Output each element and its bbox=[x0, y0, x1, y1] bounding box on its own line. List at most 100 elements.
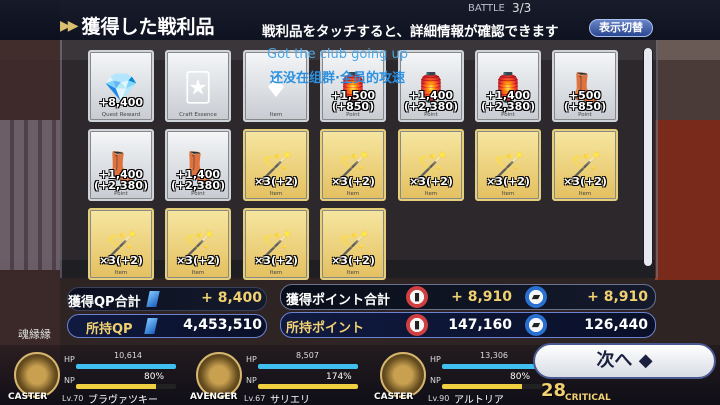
loot-item-value: ×3(+2) bbox=[254, 175, 298, 188]
loot-item[interactable]: 🪄 ×3(+2) Item bbox=[165, 208, 231, 280]
np-label: NP bbox=[246, 376, 257, 385]
arrow-right-icon: ◆ bbox=[638, 350, 653, 371]
next-button-label: 次へ bbox=[596, 350, 633, 371]
loot-item[interactable]: 🪄 ×3(+2) Item bbox=[320, 208, 386, 280]
servant-name: ブラヴァツキー bbox=[88, 395, 158, 405]
battle-label: BATTLE bbox=[468, 3, 505, 14]
loot-item[interactable]: 🪄 ×3(+2) Item bbox=[88, 208, 154, 280]
loot-item-caption: Craft Essence bbox=[179, 112, 217, 118]
loot-item[interactable]: 👢 +1,400 (+2,380) Point bbox=[165, 129, 231, 201]
double-chevron-icon: ▶▶ bbox=[60, 17, 78, 34]
overlay-caption-line2: 还没在组群·全员的攻速 bbox=[270, 71, 405, 86]
loot-item-value: ×3(+2) bbox=[563, 175, 607, 188]
np-bar-fill bbox=[442, 384, 522, 389]
points-have-label: 所持ポイント bbox=[286, 321, 365, 336]
np-bar-fill bbox=[258, 384, 358, 389]
scrollbar-thumb[interactable] bbox=[644, 48, 652, 266]
qp-total-label: 獲得QP合計 bbox=[68, 295, 141, 310]
loot-item[interactable]: 🪄 ×3(+2) Item bbox=[243, 129, 309, 201]
lantern-point-icon: ▮ bbox=[406, 314, 428, 336]
np-bar bbox=[442, 384, 542, 389]
loot-item[interactable]: 💎 +8,400 Quest Reward bbox=[88, 50, 154, 122]
loot-item-value: +500 (+850) bbox=[563, 89, 607, 113]
loot-item-caption: Item bbox=[501, 191, 515, 197]
hp-label: HP bbox=[430, 355, 441, 364]
loot-item-value: ×3(+2) bbox=[99, 254, 143, 267]
np-bar bbox=[258, 384, 358, 389]
qp-have-value: 4,453,510 bbox=[183, 317, 262, 333]
loot-item-caption: Item bbox=[424, 191, 438, 197]
loot-item-caption: Point bbox=[578, 112, 592, 118]
loot-item[interactable]: 🪄 ×3(+2) Item bbox=[398, 129, 464, 201]
hint-text: 戦利品をタッチすると、詳細情報が確認できます bbox=[262, 24, 559, 40]
servant-level: Lv.90 bbox=[428, 394, 450, 403]
points-have-boot: 126,440 bbox=[584, 317, 648, 333]
servant-name: サリエリ bbox=[270, 395, 310, 405]
loot-item[interactable]: 🪄 ×3(+2) Item bbox=[320, 129, 386, 201]
servant-hp: 10,614 bbox=[114, 351, 142, 360]
np-label: NP bbox=[430, 376, 441, 385]
loot-item-caption: Quest Reward bbox=[101, 112, 141, 118]
loot-item-value: ×3(+2) bbox=[176, 254, 220, 267]
background-pictures bbox=[0, 120, 60, 270]
critical-label: CRITICAL bbox=[565, 393, 611, 403]
hp-bar bbox=[442, 364, 542, 369]
boot-point-icon: ▰ bbox=[525, 286, 547, 308]
hp-label: HP bbox=[64, 355, 75, 364]
loot-item-caption: Item bbox=[578, 191, 592, 197]
servant-class: CASTER bbox=[374, 392, 414, 402]
loot-item[interactable]: 👢 +1,400 (+2,380) Point bbox=[88, 129, 154, 201]
hp-bar-fill bbox=[258, 364, 358, 369]
loot-item-value: +8,400 bbox=[98, 96, 143, 109]
loot-item-caption: Item bbox=[114, 270, 128, 276]
servant-level: Lv.67 bbox=[244, 394, 266, 403]
page-title-text: 獲得した戦利品 bbox=[81, 16, 215, 38]
loot-item-value: ×3(+2) bbox=[331, 175, 375, 188]
loot-item-caption: Item bbox=[191, 270, 205, 276]
loot-item-value: +1,500 (+850) bbox=[330, 89, 375, 113]
loot-item[interactable]: 👢 +500 (+850) Point bbox=[552, 50, 618, 122]
critical-value: 28 bbox=[541, 380, 567, 401]
loot-item[interactable]: 🃏 Craft Essence bbox=[165, 50, 231, 122]
loot-item[interactable]: 🏮 +1,400 (+2,380) Point bbox=[475, 50, 541, 122]
qp-have-label: 所持QP bbox=[86, 322, 133, 337]
loot-item-caption: Item bbox=[269, 112, 283, 118]
side-text: 魂縁縁 bbox=[18, 328, 51, 341]
loot-item-value: +1,400 (+2,380) bbox=[480, 89, 536, 113]
overlay-caption-line1: Got the club going up bbox=[267, 47, 409, 62]
loot-item[interactable]: 🪄 ×3(+2) Item bbox=[552, 129, 618, 201]
loot-item-caption: Item bbox=[346, 270, 360, 276]
loot-item-caption: Item bbox=[269, 191, 283, 197]
loot-item-value: ×3(+2) bbox=[409, 175, 453, 188]
np-bar-fill bbox=[76, 384, 156, 389]
loot-item[interactable]: 🪄 ×3(+2) Item bbox=[475, 129, 541, 201]
loot-item-caption: Item bbox=[346, 191, 360, 197]
boot-point-icon: ▰ bbox=[525, 314, 547, 336]
loot-item-caption: Point bbox=[424, 112, 438, 118]
loot-item-caption: Point bbox=[191, 191, 205, 197]
hp-bar-fill bbox=[442, 364, 542, 369]
battle-progress: 3/3 bbox=[512, 1, 532, 15]
loot-item-value: ×3(+2) bbox=[254, 254, 298, 267]
servant-np: 80% bbox=[144, 372, 165, 382]
loot-item-caption: Point bbox=[346, 112, 360, 118]
servant-hp: 8,507 bbox=[296, 351, 319, 360]
servant-class: CASTER bbox=[8, 392, 48, 402]
hp-bar bbox=[258, 364, 358, 369]
loot-item-value: ×3(+2) bbox=[331, 254, 375, 267]
loot-item-caption: Point bbox=[114, 191, 128, 197]
servant-class: AVENGER bbox=[190, 392, 238, 402]
servant-hp: 13,306 bbox=[480, 351, 508, 360]
hp-bar-fill bbox=[76, 364, 176, 369]
craft-essence-card: 🃏 bbox=[183, 71, 213, 104]
loot-item-caption: Item bbox=[269, 270, 283, 276]
points-total-lantern: + 8,910 bbox=[451, 289, 512, 305]
next-button[interactable]: 次へ ◆ bbox=[533, 343, 716, 379]
display-toggle-button[interactable]: 表示切替 bbox=[589, 19, 653, 37]
points-have-lantern: 147,160 bbox=[448, 317, 512, 333]
loot-item-value: +1,400 (+2,380) bbox=[403, 89, 459, 113]
servant-name: アルトリア bbox=[454, 395, 504, 405]
qp-total-value: + 8,400 bbox=[201, 290, 262, 306]
np-bar bbox=[76, 384, 176, 389]
loot-item[interactable]: 🪄 ×3(+2) Item bbox=[243, 208, 309, 280]
